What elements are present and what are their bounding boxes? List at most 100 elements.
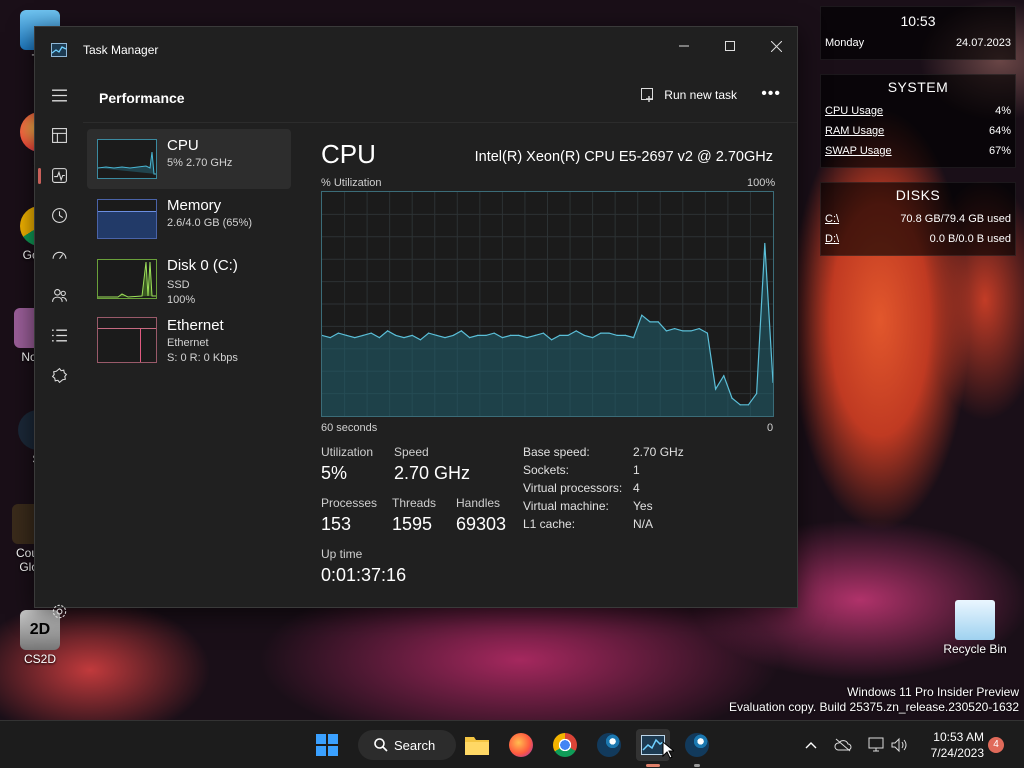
cpu-utilization-point (624, 334, 626, 336)
cpu-utilization-point (723, 375, 725, 377)
spec-value: 4 (633, 481, 640, 495)
perf-item-name: Ethernet (167, 317, 224, 334)
taskbar-steam[interactable] (592, 729, 626, 761)
perf-item-name: Memory (167, 197, 222, 214)
cpu-utilization-point (337, 332, 339, 334)
time-axis-label: 60 seconds (321, 422, 378, 434)
threads-value: 1595 (392, 514, 433, 534)
cpu-utilization-graph (321, 191, 774, 417)
cpu-utilization-point (510, 334, 512, 336)
steam-icon (685, 733, 709, 757)
nav-app-history[interactable] (35, 195, 83, 235)
maximize-button[interactable] (707, 31, 753, 61)
volume-icon (891, 737, 907, 753)
cpu-utilization-point (600, 332, 602, 334)
nav-startup-apps[interactable] (35, 235, 83, 275)
cpu-utilization-point (706, 332, 708, 334)
tray-cloud[interactable] (828, 729, 858, 761)
system-row-cpu: CPU Usage 4% (825, 105, 1011, 117)
spec-value: Yes (633, 499, 653, 513)
ethernet-thumbnail (97, 317, 157, 363)
spec-key: Virtual machine: (523, 499, 609, 513)
chevron-up-icon (805, 742, 817, 749)
page-header: Performance Run new task ••• (83, 73, 797, 123)
more-options-button[interactable]: ••• (761, 85, 781, 103)
cpu-utilization-point (747, 404, 749, 406)
system-widget-title: SYSTEM (887, 79, 949, 95)
cpu-utilization-point (534, 334, 536, 336)
active-app-indicator (646, 764, 660, 767)
zero-axis-label: 0 (767, 422, 774, 434)
taskbar-chrome[interactable] (548, 729, 582, 761)
nav-settings[interactable] (35, 591, 83, 631)
nav-processes[interactable] (35, 115, 83, 155)
cpu-utilization-point (362, 334, 364, 336)
cpu-utilization-point (682, 330, 684, 332)
steam-icon (597, 733, 621, 757)
performance-list: CPU 5% 2.70 GHz Memory 2.6/4.0 GB (65%) … (87, 129, 291, 375)
cpu-utilization-point (444, 337, 446, 339)
nav-users[interactable] (35, 275, 83, 315)
cpu-utilization-point (485, 334, 487, 336)
utilization-axis-label: % Utilization (321, 177, 382, 189)
disks-widget: DISKS C:\ 70.8 GB/79.4 GB used D:\ 0.0 B/0… (820, 182, 1016, 256)
utilization-label: Utilization (321, 445, 374, 459)
taskbar-file-explorer[interactable] (460, 729, 494, 761)
perf-item-cpu[interactable]: CPU 5% 2.70 GHz (87, 129, 291, 189)
tray-volume[interactable] (884, 729, 914, 761)
minimize-icon (679, 45, 689, 47)
taskbar-steam-2[interactable] (680, 729, 714, 767)
run-new-task-label: Run new task (664, 88, 737, 102)
perf-item-memory[interactable]: Memory 2.6/4.0 GB (65%) (87, 189, 291, 249)
cpu-utilization-point (575, 330, 577, 332)
task-manager-window: Task Manager Performance Run new task ••… (34, 26, 798, 618)
taskbar-clock[interactable]: 10:53 AM 7/24/2023 (922, 729, 984, 761)
cpu-utilization-point (477, 334, 479, 336)
title-bar[interactable]: Task Manager (35, 27, 797, 73)
handles-label: Handles (456, 496, 501, 510)
taskbar-firefox[interactable] (504, 729, 538, 761)
minimize-button[interactable] (661, 31, 707, 61)
cpu-utilization-point (370, 332, 372, 334)
taskbar-search[interactable]: Search (358, 730, 456, 760)
perf-item-detail: SSD (167, 279, 190, 291)
recycle-bin-icon (955, 600, 995, 640)
processes-label: Processes (321, 496, 378, 510)
task-manager-app-icon (51, 43, 67, 57)
cpu-utilization-point (501, 337, 503, 339)
system-row-swap: SWAP Usage 67% (825, 145, 1011, 157)
performance-icon (51, 167, 67, 183)
nav-details[interactable] (35, 315, 83, 355)
cpu-utilization-point (411, 334, 413, 336)
desktop-icon-recycle-bin[interactable]: Recycle Bin (940, 600, 1010, 656)
disk-row-c: C:\ 70.8 GB/79.4 GB used (825, 213, 1011, 225)
perf-item-name: Disk 0 (C:) (167, 257, 238, 274)
disk-thumbnail (97, 259, 157, 299)
cpu-utilization-point (346, 334, 348, 336)
nav-menu-toggle[interactable] (35, 75, 83, 115)
processes-value: 153 (321, 514, 352, 534)
notification-badge[interactable]: 4 (988, 737, 1004, 753)
cpu-thumbnail (97, 139, 157, 179)
spec-key: Base speed: (523, 445, 590, 459)
cpu-utilization-point (387, 330, 389, 332)
cpu-utilization-point (616, 334, 618, 336)
cpu-utilization-point (739, 404, 741, 406)
uptime-label: Up time (321, 547, 363, 561)
clock-time: 10:53 (900, 13, 936, 29)
running-app-indicator (694, 764, 700, 767)
desktop-icon-label: Recycle Bin (943, 642, 1007, 656)
cpu-utilization-point (354, 337, 356, 339)
close-button[interactable] (753, 31, 799, 61)
startup-apps-icon (52, 251, 66, 259)
start-button[interactable] (310, 729, 344, 761)
details-icon (51, 329, 67, 341)
run-new-task-button[interactable]: Run new task (640, 87, 737, 103)
perf-item-disk[interactable]: Disk 0 (C:) SSD 100% (87, 249, 291, 309)
cpu-utilization-point (542, 332, 544, 334)
perf-item-ethernet[interactable]: Ethernet Ethernet S: 0 R: 0 Kbps (87, 315, 291, 375)
nav-services[interactable] (35, 355, 83, 395)
system-widget: SYSTEM CPU Usage 4% RAM Usage 64% SWAP Usa… (820, 74, 1016, 168)
nav-performance[interactable] (35, 155, 83, 195)
show-hidden-icons-button[interactable] (796, 729, 826, 761)
